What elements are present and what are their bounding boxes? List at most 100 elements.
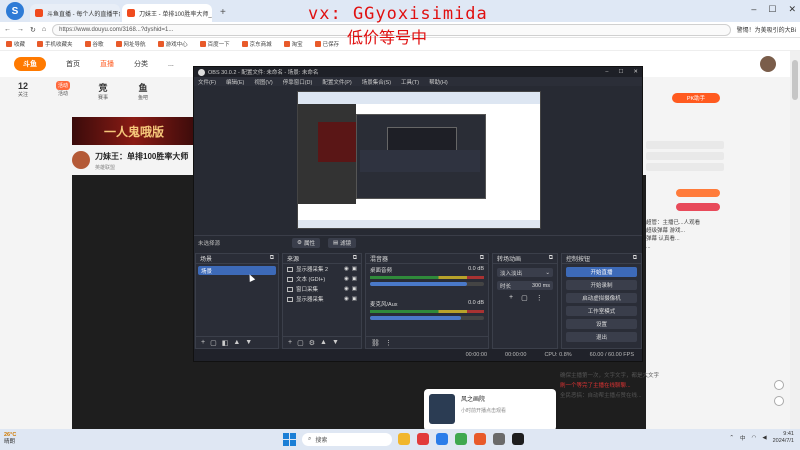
browser-tab-2[interactable]: 刀妹王 - 单排100胜率大师_英雄联盟 — [122, 4, 212, 22]
up-icon[interactable]: ▲ — [320, 339, 327, 346]
page-scroll-thumb[interactable] — [792, 60, 798, 100]
visibility-icon[interactable]: ◉ — [344, 276, 349, 282]
bookmark-item[interactable]: 谷歌 — [84, 40, 104, 48]
visibility-icon[interactable]: ◉ — [344, 296, 349, 302]
source-item[interactable]: 文本 (GDI+) ◉ ▣ — [283, 274, 361, 284]
clock[interactable]: 9:41 2024/7/1 — [773, 431, 794, 445]
source-item[interactable]: 窗口采集 ◉ ▣ — [283, 284, 361, 294]
gift-pill[interactable] — [676, 203, 720, 211]
gear-icon[interactable]: ⚙ — [309, 339, 315, 347]
recommend-card[interactable]: 风之画院 小时前开播点击观看 — [424, 389, 556, 431]
filter-icon[interactable]: ◧ — [222, 339, 229, 347]
lock-icon[interactable]: ▣ — [352, 266, 357, 272]
bookmark-item[interactable]: 京东商城 — [241, 40, 272, 48]
nav-category[interactable]: 分类 — [134, 59, 148, 69]
new-tab-button[interactable]: + — [214, 7, 232, 22]
undock-icon[interactable]: ⧉ — [270, 255, 274, 262]
wifi-icon[interactable]: ◠ — [752, 435, 757, 441]
menu-tools[interactable]: 工具(T) — [401, 78, 419, 86]
down-icon[interactable]: ▼ — [245, 339, 252, 346]
volume-slider[interactable] — [370, 316, 484, 320]
minimize-icon[interactable]: – — [605, 69, 608, 75]
maximize-icon[interactable]: ☐ — [618, 69, 623, 75]
browser-logo[interactable]: S — [6, 2, 24, 20]
close-icon[interactable]: ✕ — [788, 4, 796, 15]
up-icon[interactable]: ▲ — [233, 339, 240, 346]
ime-indicator[interactable]: 中 — [740, 434, 746, 442]
maximize-icon[interactable]: ☐ — [768, 4, 776, 15]
app-icon[interactable] — [417, 433, 429, 445]
close-icon[interactable]: ✕ — [633, 69, 638, 75]
menu-docks[interactable]: 停靠窗口(D) — [283, 78, 313, 86]
news-ticker[interactable]: 警惕！为美吸引的大Bi — [737, 25, 796, 34]
duration-field[interactable]: 时长 300 ms — [497, 281, 553, 290]
add-icon[interactable]: + — [201, 339, 205, 346]
forward-icon[interactable]: → — [17, 26, 24, 33]
nav-more[interactable]: ... — [168, 61, 174, 68]
remove-icon[interactable]: ▢ — [210, 339, 217, 347]
pk-helper-button[interactable]: PK助手 — [672, 93, 720, 103]
nav-live[interactable]: 直播 — [100, 59, 114, 69]
yuba-entry[interactable]: 鱼鱼吧 — [132, 81, 154, 101]
menu-scene-collection[interactable]: 场景集合(S) — [362, 78, 391, 86]
bookmark-item[interactable]: 已保存 — [314, 40, 339, 48]
settings-icon[interactable] — [493, 433, 505, 445]
undock-icon[interactable]: ⧉ — [480, 255, 484, 262]
menu-profile[interactable]: 配置文件(P) — [322, 78, 351, 86]
file-explorer-icon[interactable] — [398, 433, 410, 445]
menu-edit[interactable]: 编辑(E) — [226, 78, 244, 86]
source-item[interactable]: 显示器采集 2 ◉ ▣ — [283, 264, 361, 274]
undock-icon[interactable]: ⧉ — [549, 255, 553, 262]
douyu-icon[interactable] — [474, 433, 486, 445]
virtual-camera-button[interactable]: 启动虚拟摄像机 — [566, 293, 637, 303]
back-icon[interactable]: ← — [4, 26, 11, 33]
link-icon[interactable]: ⛓ — [371, 339, 380, 347]
minimize-icon[interactable]: – — [751, 4, 756, 15]
start-recording-button[interactable]: 开始录制 — [566, 280, 637, 290]
add-icon[interactable]: + — [509, 294, 513, 302]
source-item[interactable]: 显示器采集 ◉ ▣ — [283, 294, 361, 304]
streamer-avatar[interactable] — [72, 151, 90, 169]
volume-slider[interactable] — [370, 282, 484, 286]
user-avatar[interactable] — [760, 56, 776, 72]
bookmark-item[interactable]: 网址导航 — [115, 40, 146, 48]
volume-icon[interactable]: ◀ — [762, 435, 766, 441]
scene-item[interactable]: 场景 — [198, 266, 276, 275]
bookmark-item[interactable]: 百度一下 — [199, 40, 230, 48]
bookmark-item[interactable]: 淘宝 — [283, 40, 303, 48]
properties-button[interactable]: ⚙ 属性 — [292, 237, 320, 248]
menu-help[interactable]: 帮助(H) — [429, 78, 448, 86]
browser-icon[interactable] — [436, 433, 448, 445]
filters-button[interactable]: ▤ 滤镜 — [327, 237, 357, 248]
menu-icon[interactable]: ⋮ — [536, 294, 543, 302]
menu-file[interactable]: 文件(F) — [198, 78, 216, 86]
lock-icon[interactable]: ▣ — [352, 286, 357, 292]
chevron-up-icon[interactable]: ⌃ — [729, 435, 734, 441]
visibility-icon[interactable]: ◉ — [344, 286, 349, 292]
douyu-logo[interactable]: 斗鱼 — [14, 57, 46, 71]
add-icon[interactable]: + — [288, 339, 292, 346]
studio-mode-button[interactable]: 工作室模式 — [566, 306, 637, 316]
lock-icon[interactable]: ▣ — [352, 296, 357, 302]
remove-icon[interactable]: ▢ — [297, 339, 304, 347]
page-scrollbar[interactable] — [790, 51, 800, 429]
lock-icon[interactable]: ▣ — [352, 276, 357, 282]
exit-button[interactable]: 退出 — [566, 332, 637, 342]
visibility-icon[interactable]: ◉ — [344, 266, 349, 272]
top-icon[interactable] — [774, 396, 784, 406]
start-streaming-button[interactable]: 开始直播 — [566, 267, 637, 277]
remove-icon[interactable]: ▢ — [521, 294, 528, 302]
bookmark-item[interactable]: 收藏 — [6, 40, 25, 48]
bookmark-item[interactable]: 游戏中心 — [157, 40, 188, 48]
browser-tab-1[interactable]: 斗鱼直播 - 每个人的直播平台 — [30, 4, 120, 22]
menu-view[interactable]: 视图(V) — [254, 78, 272, 86]
taskbar-search[interactable]: ⌕ 搜索 — [302, 433, 392, 446]
gift-pill[interactable] — [676, 189, 720, 197]
start-button[interactable] — [283, 433, 296, 446]
undock-icon[interactable]: ⧉ — [633, 255, 637, 262]
nav-home[interactable]: 首页 — [66, 59, 80, 69]
obs-icon[interactable] — [512, 433, 524, 445]
down-icon[interactable]: ▼ — [332, 339, 339, 346]
settings-button[interactable]: 设置 — [566, 319, 637, 329]
streamer-category[interactable]: 英雄联盟 — [95, 164, 188, 171]
